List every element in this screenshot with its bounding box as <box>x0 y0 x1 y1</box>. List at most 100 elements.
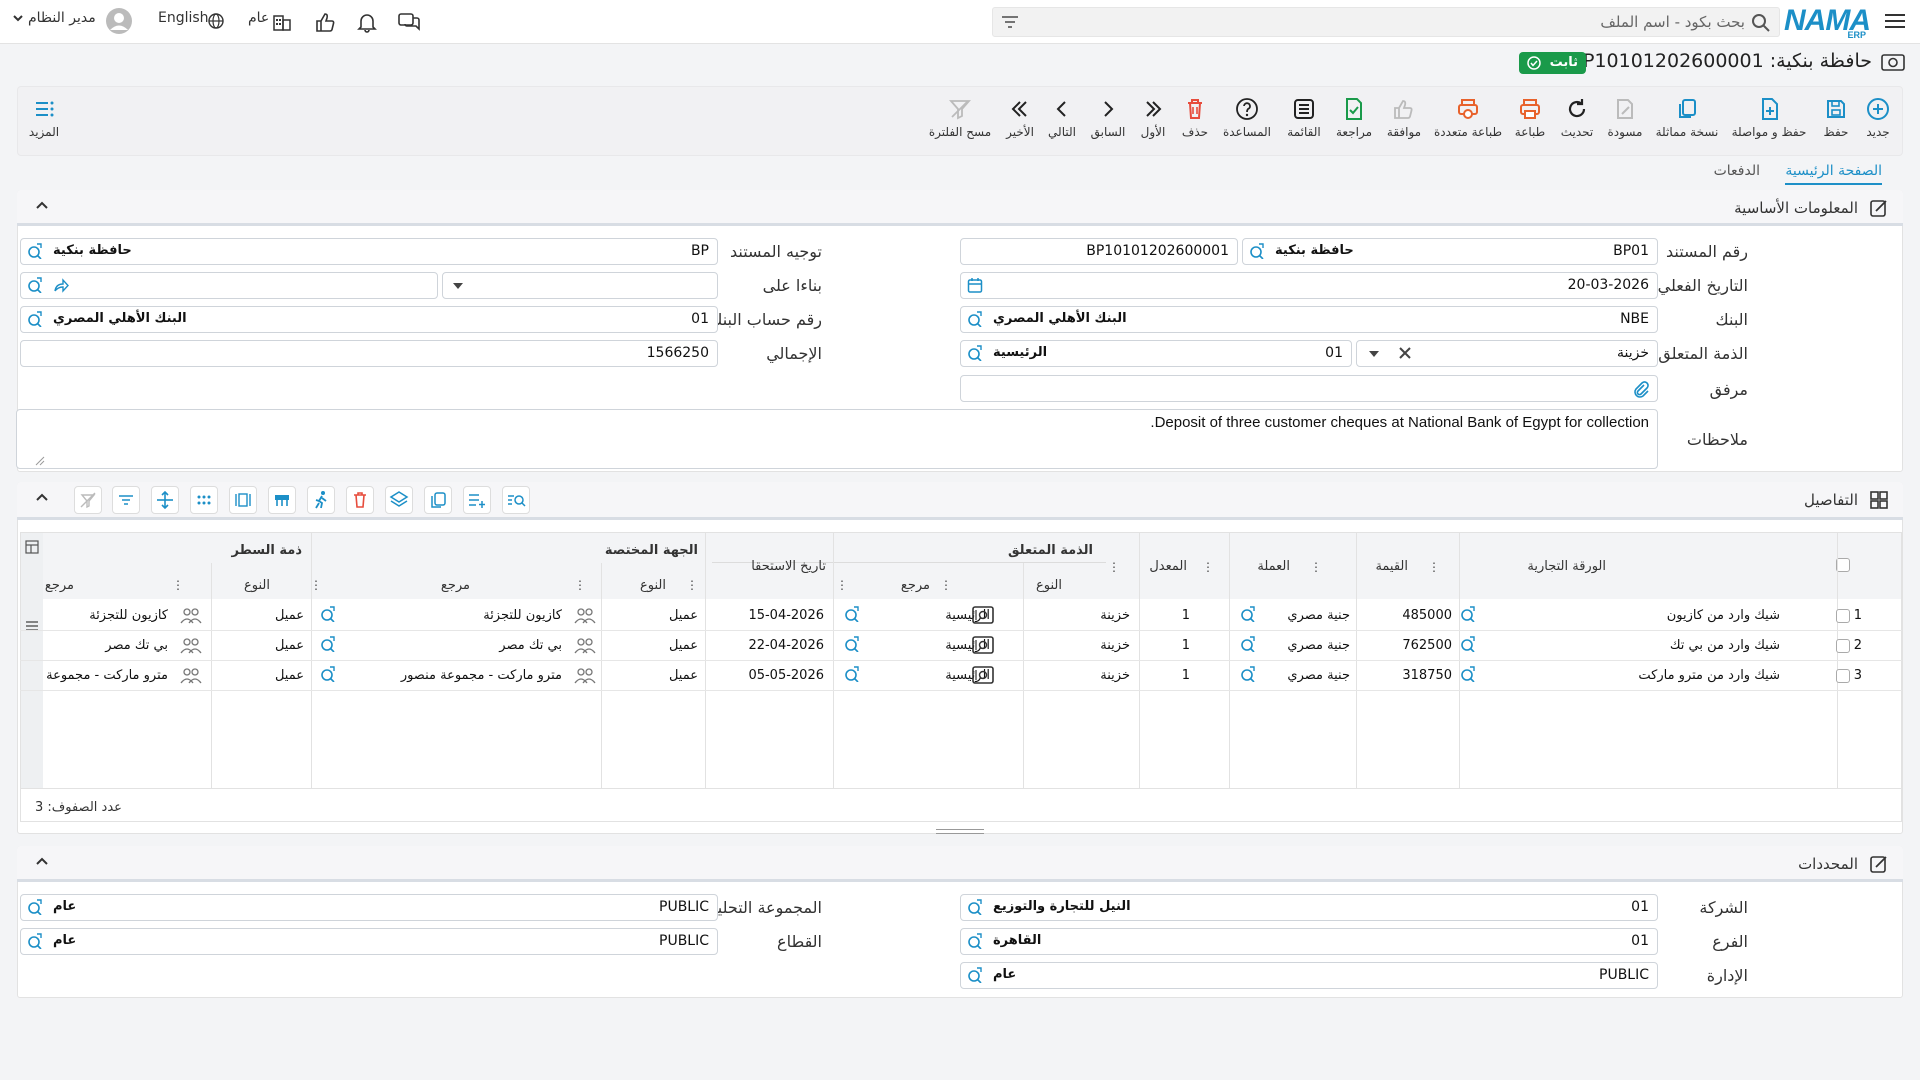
new-button[interactable]: جديد <box>1858 97 1898 139</box>
filter-lines-icon[interactable] <box>1001 14 1019 30</box>
dropdown-arrow-icon[interactable] <box>453 283 463 289</box>
copy-icon[interactable] <box>424 486 452 514</box>
previous-button[interactable]: السابق <box>1086 97 1130 139</box>
dots-grid-icon[interactable] <box>190 486 218 514</box>
bank-field[interactable]: NBE البنك الأهلي المصري <box>960 306 1658 333</box>
select-all-checkbox[interactable] <box>1836 558 1850 572</box>
col-menu-icon[interactable]: ⋮ <box>686 578 698 592</box>
trash-icon[interactable] <box>346 486 374 514</box>
direction-field[interactable]: BP حافظة بنكية <box>20 238 718 265</box>
delete-button[interactable]: حذف <box>1178 97 1212 139</box>
col-due-date[interactable]: تاريخ الاستحقا <box>751 559 826 574</box>
clear-filter-icon[interactable] <box>74 486 102 514</box>
sector-field[interactable]: PUBLIC عام <box>20 928 718 955</box>
basic-info-header[interactable]: المعلومات الأساسية <box>17 190 1903 226</box>
paperclip-icon[interactable] <box>1631 380 1649 398</box>
dept-field[interactable]: PUBLIC عام <box>960 962 1658 989</box>
col-related-type[interactable]: النوع <box>1036 578 1062 593</box>
actual-date-field[interactable]: 20-03-2026 <box>960 272 1658 299</box>
lookup-icon[interactable] <box>844 636 860 652</box>
col-menu-icon[interactable]: ⋮ <box>574 578 586 592</box>
user-menu-chevron-icon[interactable] <box>12 12 24 24</box>
col-menu-icon[interactable]: ⋮ <box>836 578 848 592</box>
approve-button[interactable]: موافقة <box>1382 97 1426 139</box>
clear-icon[interactable] <box>1397 345 1413 361</box>
company-field[interactable]: 01 النيل للتجارة والتوزيع <box>960 894 1658 921</box>
lookup-icon[interactable] <box>967 967 983 983</box>
refresh-button[interactable]: تحديث <box>1556 97 1598 139</box>
search-input[interactable] <box>1065 12 1745 32</box>
analytic-field[interactable]: PUBLIC عام <box>20 894 718 921</box>
thumbs-up-icon[interactable] <box>314 11 336 33</box>
col-value[interactable]: القيمة <box>1375 559 1408 574</box>
lookup-icon[interactable] <box>27 311 43 327</box>
share-icon[interactable] <box>53 277 69 293</box>
lookup-icon[interactable] <box>1240 666 1256 682</box>
resize-handle-icon[interactable] <box>35 456 45 466</box>
global-search[interactable] <box>992 7 1780 37</box>
last-button[interactable]: الأخير <box>1000 97 1040 139</box>
tab-payments[interactable]: الدفعات <box>1714 163 1760 179</box>
doc-number-field[interactable]: BP10101202600001 <box>960 238 1238 265</box>
help-button[interactable]: المساعدة <box>1218 97 1276 139</box>
table-icon[interactable] <box>268 486 296 514</box>
lookup-icon[interactable] <box>1460 666 1476 682</box>
calendar-icon[interactable] <box>967 277 983 293</box>
lookup-icon[interactable] <box>27 899 43 915</box>
user-name[interactable]: مدير النظام <box>28 10 96 26</box>
splitter-handle[interactable] <box>936 828 984 836</box>
more-button[interactable]: المزيد <box>24 97 64 139</box>
related-code-field[interactable]: 01 الرئيسية <box>960 340 1352 367</box>
multi-print-button[interactable]: طباعة متعددة <box>1432 97 1504 139</box>
based-on-field[interactable] <box>20 272 438 299</box>
row-checkbox[interactable] <box>1836 669 1850 683</box>
lookup-icon[interactable] <box>27 243 43 259</box>
avatar-icon[interactable] <box>106 8 132 34</box>
print-button[interactable]: طباعة <box>1510 97 1550 139</box>
lookup-icon[interactable] <box>844 606 860 622</box>
lookup-icon[interactable] <box>27 933 43 949</box>
grid-settings-icon[interactable] <box>25 540 39 554</box>
chevron-up-icon[interactable] <box>35 490 49 504</box>
col-menu-icon[interactable]: ⋮ <box>1108 560 1120 574</box>
next-button[interactable]: التالي <box>1042 97 1082 139</box>
col-party-type[interactable]: النوع <box>640 578 666 593</box>
filter-icon[interactable] <box>112 486 140 514</box>
col-rate[interactable]: المعدل <box>1149 559 1187 574</box>
scope-label[interactable]: عام <box>248 10 269 26</box>
col-menu-icon[interactable]: ⋮ <box>940 578 952 592</box>
lookup-icon[interactable] <box>27 277 43 293</box>
save-continue-button[interactable]: حفظ و مواصلة <box>1728 97 1810 139</box>
lookup-icon[interactable] <box>967 899 983 915</box>
language-switch[interactable]: English <box>158 10 209 26</box>
fit-columns-icon[interactable] <box>229 486 257 514</box>
lookup-icon[interactable] <box>1460 636 1476 652</box>
col-currency[interactable]: العملة <box>1257 559 1290 574</box>
hamburger-menu-icon[interactable] <box>1884 11 1906 31</box>
clear-filter-button[interactable]: مسح الفلترة <box>924 97 996 139</box>
col-line-type[interactable]: النوع <box>244 578 270 593</box>
nama-logo[interactable]: NAMA ERP <box>1784 4 1871 40</box>
lookup-icon[interactable] <box>844 666 860 682</box>
chat-icon[interactable] <box>397 11 421 33</box>
notes-field[interactable]: Deposit of three customer cheques at Nat… <box>16 409 1658 469</box>
chevron-up-icon[interactable] <box>35 198 49 212</box>
chevron-up-icon[interactable] <box>35 854 49 868</box>
col-menu-icon[interactable]: ⋮ <box>1310 560 1322 574</box>
building-icon[interactable] <box>272 12 292 32</box>
dropdown-arrow-icon[interactable] <box>1369 351 1379 357</box>
doc-type-field[interactable]: BP01 حافظة بنكية <box>1242 238 1658 265</box>
tab-main[interactable]: الصفحة الرئيسية <box>1785 163 1882 185</box>
add-row-icon[interactable] <box>463 486 491 514</box>
branch-field[interactable]: 01 القاهرة <box>960 928 1658 955</box>
based-on-type-field[interactable] <box>442 272 718 299</box>
lookup-icon[interactable] <box>1240 606 1256 622</box>
attachment-field[interactable] <box>960 375 1658 402</box>
col-menu-icon[interactable]: ⋮ <box>1428 560 1440 574</box>
dimensions-header[interactable]: المحددات <box>17 846 1903 882</box>
bell-icon[interactable] <box>356 11 378 33</box>
col-party-ref[interactable]: مرجع <box>441 578 470 593</box>
save-button[interactable]: حفظ <box>1816 97 1856 139</box>
move-icon[interactable] <box>151 486 179 514</box>
layers-icon[interactable] <box>385 486 413 514</box>
